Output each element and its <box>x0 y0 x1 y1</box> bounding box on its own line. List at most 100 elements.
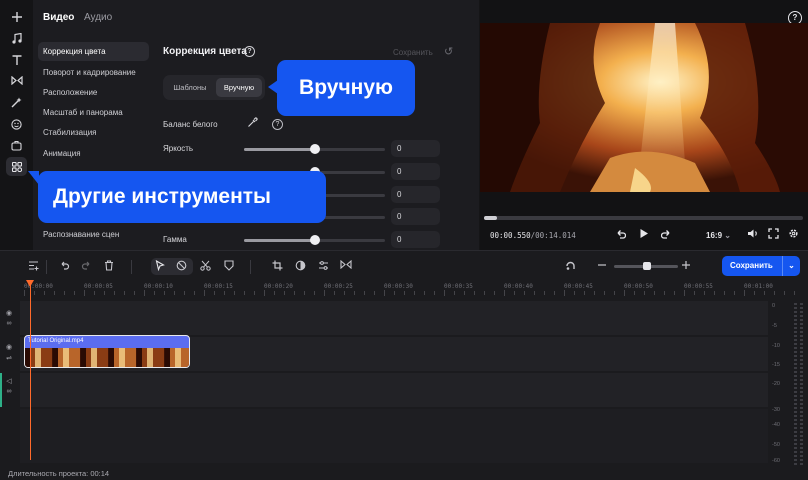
white-balance-label: Баланс белого <box>163 120 218 129</box>
zoom-out-icon[interactable] <box>597 260 607 273</box>
adjust-icon[interactable] <box>318 260 329 274</box>
slider-label: Яркость <box>163 144 194 153</box>
tab-templates[interactable]: Шаблоны <box>166 78 214 97</box>
plus-icon[interactable] <box>6 7 27 26</box>
delete-icon[interactable] <box>104 260 114 274</box>
db-scale-label: -5 <box>772 323 777 329</box>
more-tools-icon[interactable] <box>6 157 27 176</box>
nav-color-correction[interactable]: Коррекция цвета <box>38 42 149 61</box>
db-scale-label: -15 <box>772 362 780 368</box>
tab-audio[interactable]: Аудио <box>84 12 112 23</box>
tab-manual[interactable]: Вручную <box>216 78 262 97</box>
color-icon[interactable] <box>295 260 306 274</box>
level-bar <box>794 303 797 465</box>
overlay-icon[interactable] <box>6 136 27 155</box>
zoom-slider-thumb[interactable] <box>643 262 652 270</box>
slider-row: Яркость 0 <box>163 140 443 158</box>
settings-gear-icon[interactable] <box>788 228 799 242</box>
ruler-tick-label: 00:00:25 <box>324 283 353 290</box>
tool-rail <box>0 0 33 250</box>
eye-icon[interactable]: ◉ <box>0 309 18 317</box>
video-clip[interactable]: Tutorial Original.mp4 <box>24 335 190 368</box>
video-editor-window: Видео Аудио Коррекция цвета Поворот и ка… <box>0 0 808 480</box>
timecode: 00:00.550/00:14.014 <box>490 231 576 240</box>
step-forward-icon[interactable] <box>660 228 672 242</box>
help-icon[interactable]: ? <box>272 119 283 130</box>
transitions-icon[interactable] <box>6 71 27 90</box>
playhead[interactable] <box>30 280 31 460</box>
slider-track[interactable] <box>244 235 385 245</box>
slider-thumb[interactable] <box>309 235 320 245</box>
link-icon[interactable]: ⇌ <box>0 354 18 362</box>
undo-icon[interactable] <box>59 260 70 273</box>
slider-value-input[interactable]: 0 <box>391 163 440 180</box>
text-icon[interactable] <box>6 50 27 69</box>
slider-value-input[interactable]: 0 <box>391 208 440 225</box>
ripple-icon[interactable] <box>176 260 187 274</box>
slider-track[interactable] <box>244 144 385 154</box>
magnet-icon[interactable] <box>565 260 576 274</box>
transition-icon[interactable] <box>340 259 352 272</box>
level-bar <box>800 303 803 465</box>
slider-value-input[interactable]: 0 <box>391 231 440 248</box>
nav-position[interactable]: Расположение <box>38 83 149 102</box>
ruler-tick-label: 00:00:45 <box>564 283 593 290</box>
add-track-icon[interactable] <box>28 260 39 274</box>
reset-icon[interactable]: ↺ <box>444 45 453 58</box>
tab-video[interactable]: Видео <box>43 12 74 23</box>
timeline-toolbar: Сохранить ⌄ <box>0 251 808 281</box>
ruler-tick-label: 00:00:35 <box>444 283 473 290</box>
chevron-down-icon[interactable]: ⌄ <box>782 256 800 276</box>
db-scale-label: -30 <box>772 407 780 413</box>
effects-icon[interactable] <box>6 93 27 112</box>
mode-switcher: Шаблоны Вручную <box>163 75 265 100</box>
help-icon[interactable]: ? <box>244 46 255 57</box>
nav-rotate-crop[interactable]: Поворот и кадрирование <box>38 63 149 82</box>
zoom-in-icon[interactable] <box>681 260 691 273</box>
stickers-icon[interactable] <box>6 115 27 134</box>
clip-name: Tutorial Original.mp4 <box>28 338 84 344</box>
audio-track[interactable] <box>20 373 768 407</box>
speaker-icon[interactable]: ◁ <box>0 377 18 385</box>
volume-icon[interactable] <box>747 228 759 242</box>
video-preview <box>480 23 808 192</box>
cut-icon[interactable] <box>200 260 211 274</box>
slider-thumb[interactable] <box>309 144 320 154</box>
select-cursor-icon[interactable] <box>155 259 165 274</box>
db-scale-label: -60 <box>772 458 780 464</box>
link-icon[interactable]: ∞ <box>0 388 18 395</box>
fullscreen-icon[interactable] <box>768 228 779 242</box>
nav-stabilization[interactable]: Стабилизация <box>38 123 149 142</box>
slider-value-input[interactable]: 0 <box>391 186 440 203</box>
empty-track-area[interactable] <box>20 409 768 463</box>
eye-icon[interactable]: ◉ <box>0 343 18 351</box>
step-back-icon[interactable] <box>615 228 627 242</box>
aspect-ratio-select[interactable]: 16:9 ⌄ <box>706 231 731 240</box>
nav-scene-detection[interactable]: Распознавание сцен <box>38 225 149 244</box>
save-button[interactable]: Сохранить ⌄ <box>722 256 800 276</box>
nav-zoom-pan[interactable]: Масштаб и панорама <box>38 103 149 122</box>
link-icon[interactable]: ∞ <box>0 320 18 327</box>
nav-animation[interactable]: Анимация <box>38 144 149 163</box>
callout-other-tools: Другие инструменты <box>38 171 326 223</box>
play-icon[interactable] <box>639 228 649 242</box>
clip-thumbnails <box>25 348 189 367</box>
ruler-tick-label: 00:00:55 <box>684 283 713 290</box>
music-icon[interactable] <box>6 29 27 48</box>
overlay-track[interactable] <box>20 301 768 335</box>
eyedropper-icon[interactable] <box>247 117 258 131</box>
ruler-tick-label: 00:00:05 <box>84 283 113 290</box>
db-scale-label: -10 <box>772 343 780 349</box>
crop-icon[interactable] <box>272 260 283 274</box>
ruler-tick-label: 00:00:15 <box>204 283 233 290</box>
time-ruler[interactable]: 00:00:00 00:00:05 00:00:10 00:00:15 00:00:20… <box>20 281 795 297</box>
marker-icon[interactable] <box>224 260 234 274</box>
ruler-tick-label: 00:01:00 <box>744 283 773 290</box>
slider-row: Гамма 0 <box>163 231 443 249</box>
slider-value-input[interactable]: 0 <box>391 140 440 157</box>
ruler-tick-label: 00:00:50 <box>624 283 653 290</box>
redo-icon[interactable] <box>81 260 92 273</box>
ruler-tick-label: 00:00:30 <box>384 283 413 290</box>
save-preset-button[interactable]: Сохранить <box>393 48 433 57</box>
playback-progress[interactable] <box>484 216 803 220</box>
